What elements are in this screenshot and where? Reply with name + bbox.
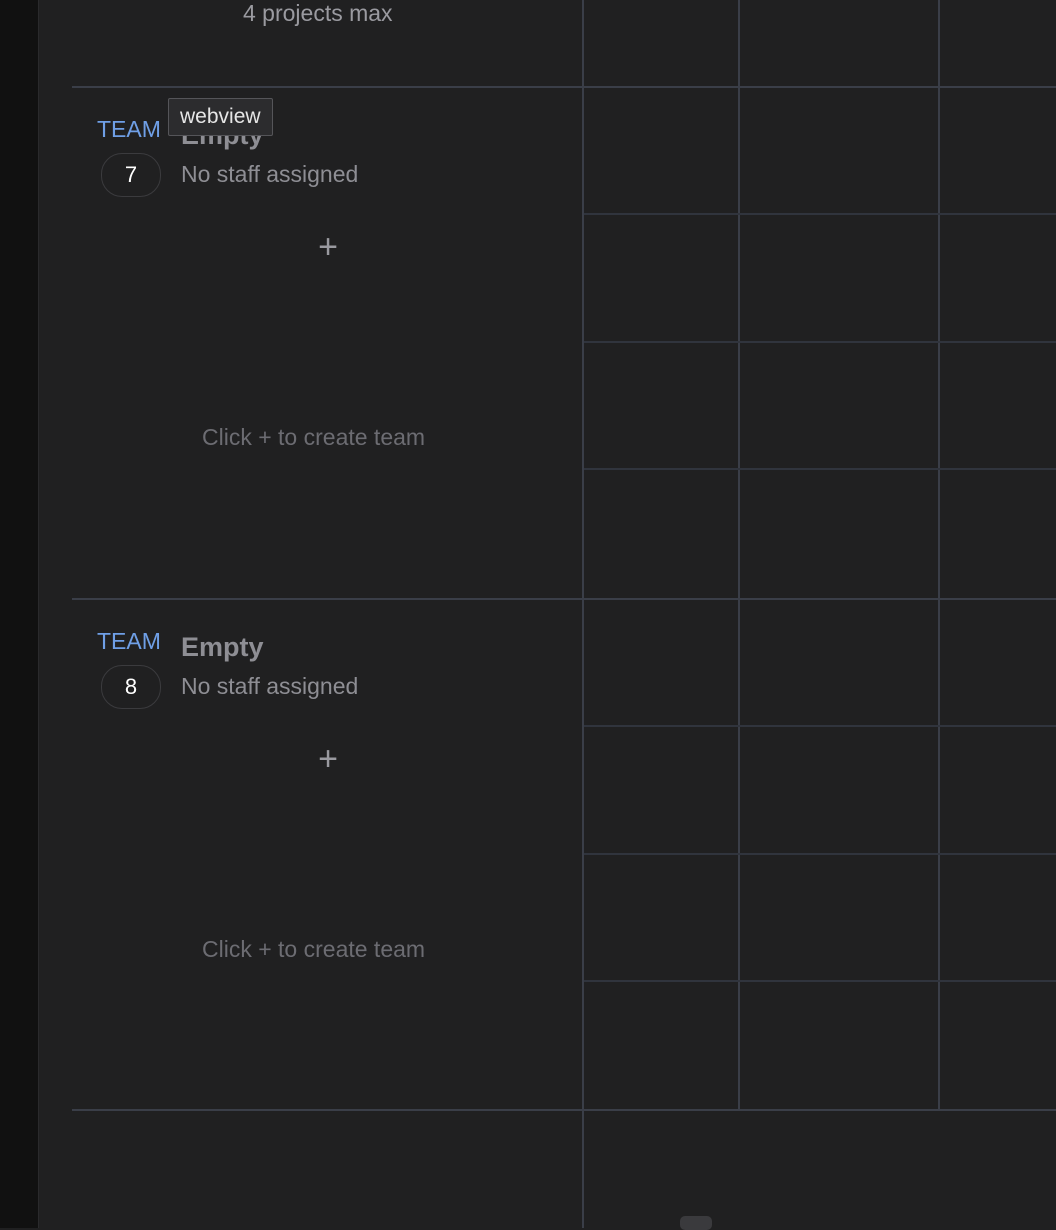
grid-column-divider bbox=[738, 0, 740, 1110]
team-staff-text: No staff assigned bbox=[181, 161, 359, 187]
team-label: TEAM bbox=[97, 116, 161, 142]
grid-row-divider bbox=[584, 980, 1056, 982]
projects-max-label: 4 projects max bbox=[243, 0, 393, 26]
team-number-badge: 8 bbox=[101, 665, 161, 709]
team-number-badge: 7 bbox=[101, 153, 161, 197]
grid-row-divider bbox=[584, 725, 1056, 727]
create-team-hint: Click + to create team bbox=[202, 936, 426, 962]
grid-row-divider bbox=[584, 213, 1056, 215]
grid-row-divider bbox=[584, 468, 1056, 470]
team-card-8: TEAM Empty 8 No staff assigned + Click +… bbox=[72, 600, 584, 1110]
team-card-7: TEAM Empty 7 No staff assigned + Click +… bbox=[72, 88, 584, 598]
add-team-button[interactable]: + bbox=[312, 742, 344, 776]
create-team-hint: Click + to create team bbox=[202, 424, 426, 450]
webview-tooltip: webview bbox=[168, 98, 273, 136]
left-side-panel bbox=[0, 0, 39, 1228]
grid-row-divider bbox=[584, 341, 1056, 343]
team-staff-text: No staff assigned bbox=[181, 673, 359, 699]
grid-column-divider bbox=[938, 0, 940, 1110]
grid-row-divider bbox=[584, 853, 1056, 855]
team-label: TEAM bbox=[97, 628, 161, 654]
add-team-button[interactable]: + bbox=[312, 230, 344, 264]
team-status: Empty bbox=[181, 632, 264, 662]
